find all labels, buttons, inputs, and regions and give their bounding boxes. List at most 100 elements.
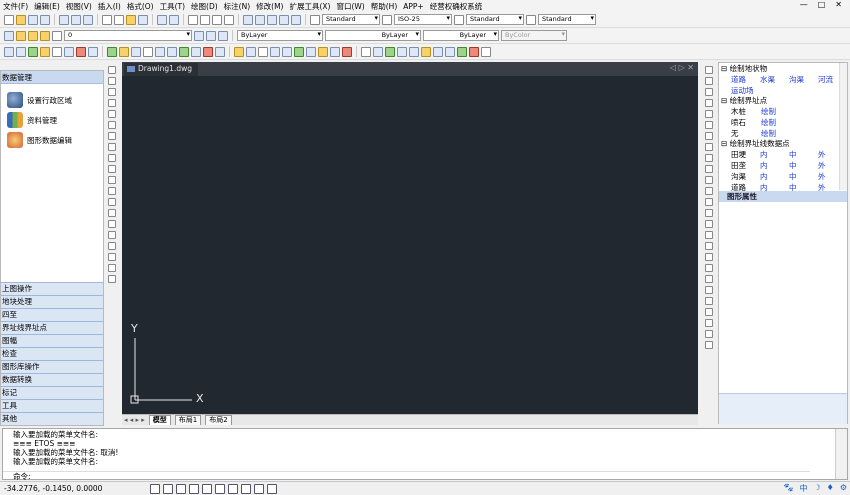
command-input[interactable]: 命令: — [3, 471, 810, 481]
modify-tool-7-icon[interactable] — [705, 132, 713, 140]
tool-35-icon[interactable] — [433, 46, 443, 57]
modify-tool-23-icon[interactable] — [705, 308, 713, 316]
layer-sun-icon[interactable] — [28, 30, 38, 41]
panel-item-graphic-edit[interactable]: 图形数据编辑 — [1, 130, 103, 150]
menu-item[interactable]: 经营权确权系统 — [427, 1, 486, 12]
layer-states-icon[interactable] — [218, 30, 228, 41]
modify-tool-22-icon[interactable] — [705, 297, 713, 305]
modify-tool-16-icon[interactable] — [705, 231, 713, 239]
modify-tool-26-icon[interactable] — [705, 341, 713, 349]
category-item[interactable]: 图幅 — [1, 334, 103, 347]
right-panel-scrollbar[interactable] — [839, 63, 847, 190]
print-preview-icon[interactable] — [71, 14, 81, 25]
tool-28-icon[interactable] — [342, 46, 352, 57]
feature-link[interactable]: 内 — [760, 160, 789, 171]
feature-link[interactable]: 沟渠 — [789, 74, 818, 85]
modify-tool-2-icon[interactable] — [705, 77, 713, 85]
modify-tool-21-icon[interactable] — [705, 286, 713, 294]
draw-tool-14-icon[interactable] — [108, 209, 116, 217]
tool-5-icon[interactable] — [52, 46, 62, 57]
osnap-icon[interactable] — [202, 483, 212, 494]
tool-30-icon[interactable] — [373, 46, 383, 57]
dyn-icon[interactable] — [241, 483, 251, 494]
category-item[interactable]: 四至 — [1, 308, 103, 321]
text-style-select[interactable]: Standard — [322, 14, 380, 25]
linetype-select[interactable]: ByLayer — [325, 30, 421, 41]
feature-link[interactable]: 内 — [760, 171, 789, 182]
feature-link[interactable]: 运动场 — [731, 85, 761, 96]
draw-tool-11-icon[interactable] — [108, 176, 116, 184]
menu-item[interactable]: 工具(T) — [157, 1, 188, 12]
snap-icon[interactable] — [150, 483, 160, 494]
tool-6-icon[interactable] — [64, 46, 74, 57]
tool-3-icon[interactable] — [28, 46, 38, 57]
draw-tool-12-icon[interactable] — [108, 187, 116, 195]
feature-group-title[interactable]: ⊟ 绘制界址线数据点 — [719, 139, 847, 149]
feature-link[interactable]: 内 — [760, 149, 789, 160]
dim-style-select[interactable]: ISO-25 — [394, 14, 452, 25]
tool-31-icon[interactable] — [385, 46, 395, 57]
tool-20-icon[interactable] — [246, 46, 256, 57]
tab-model[interactable]: 模型 — [148, 415, 171, 425]
zoom-previous-icon[interactable] — [224, 14, 234, 25]
publish-icon[interactable] — [83, 14, 93, 25]
feature-link[interactable]: 道路 — [731, 74, 760, 85]
menu-item[interactable]: 视图(V) — [63, 1, 95, 12]
modify-tool-25-icon[interactable] — [705, 330, 713, 338]
new-file-icon[interactable] — [4, 14, 14, 25]
tool-21-icon[interactable] — [258, 46, 268, 57]
tool-9-icon[interactable] — [107, 46, 117, 57]
make-current-layer-icon[interactable] — [194, 30, 204, 41]
undo-icon[interactable] — [157, 14, 167, 25]
modify-tool-14-icon[interactable] — [705, 209, 713, 217]
modify-tool-3-icon[interactable] — [705, 88, 713, 96]
layer-manager-icon[interactable] — [4, 30, 14, 41]
command-scrollbar[interactable] — [835, 429, 847, 479]
modify-tool-20-icon[interactable] — [705, 275, 713, 283]
category-item[interactable]: 标记 — [1, 386, 103, 399]
diamond-icon[interactable]: ♦ — [827, 483, 834, 494]
menu-item[interactable]: 修改(M) — [253, 1, 286, 12]
tool-19-icon[interactable] — [234, 46, 244, 57]
settings-icon[interactable]: ⚙ — [840, 483, 847, 494]
menu-item[interactable]: 标注(N) — [221, 1, 253, 12]
match-properties-icon[interactable] — [138, 14, 148, 25]
menu-item[interactable]: 帮助(H) — [368, 1, 401, 12]
tab-layout2[interactable]: 布局2 — [205, 415, 232, 425]
tool-36-icon[interactable] — [445, 46, 455, 57]
save-icon[interactable] — [28, 14, 38, 25]
draw-tool-18-icon[interactable] — [108, 253, 116, 261]
feature-link[interactable]: 绘制 — [761, 106, 791, 117]
tool-27-icon[interactable] — [330, 46, 340, 57]
ducs-icon[interactable] — [228, 483, 238, 494]
menu-item[interactable]: 文件(F) — [0, 1, 31, 12]
category-item[interactable]: 界址线界址点 — [1, 321, 103, 334]
lineweight-toggle-icon[interactable] — [254, 483, 264, 494]
close-button[interactable]: ✕ — [835, 0, 842, 9]
layer-color-icon[interactable] — [52, 30, 62, 41]
feature-link[interactable]: 绘制 — [761, 117, 791, 128]
tab-nav-buttons[interactable]: ◁ ▷ ✕ — [670, 63, 694, 72]
draw-tool-16-icon[interactable] — [108, 231, 116, 239]
tool-39-icon[interactable] — [481, 46, 491, 57]
category-item[interactable]: 其他 — [1, 412, 103, 425]
design-center-icon[interactable] — [255, 14, 265, 25]
category-item[interactable]: 检查 — [1, 347, 103, 360]
modify-tool-15-icon[interactable] — [705, 220, 713, 228]
drawing-tab[interactable]: Drawing1.dwg — [124, 63, 198, 76]
tool-38-icon[interactable] — [469, 46, 479, 57]
input-method[interactable]: 中 — [799, 483, 807, 494]
multileader-style-select[interactable]: Standard — [538, 14, 596, 25]
save-as-icon[interactable] — [40, 14, 50, 25]
tool-12-icon[interactable] — [143, 46, 153, 57]
tool-26-icon[interactable] — [318, 46, 328, 57]
draw-tool-4-icon[interactable] — [108, 99, 116, 107]
grid-icon[interactable] — [163, 483, 173, 494]
modify-tool-6-icon[interactable] — [705, 121, 713, 129]
feature-link[interactable]: 中 — [789, 171, 818, 182]
draw-tool-7-icon[interactable] — [108, 132, 116, 140]
tool-4-icon[interactable] — [40, 46, 50, 57]
draw-tool-13-icon[interactable] — [108, 198, 116, 206]
tool-18-icon[interactable] — [215, 46, 225, 57]
modify-tool-19-icon[interactable] — [705, 264, 713, 272]
